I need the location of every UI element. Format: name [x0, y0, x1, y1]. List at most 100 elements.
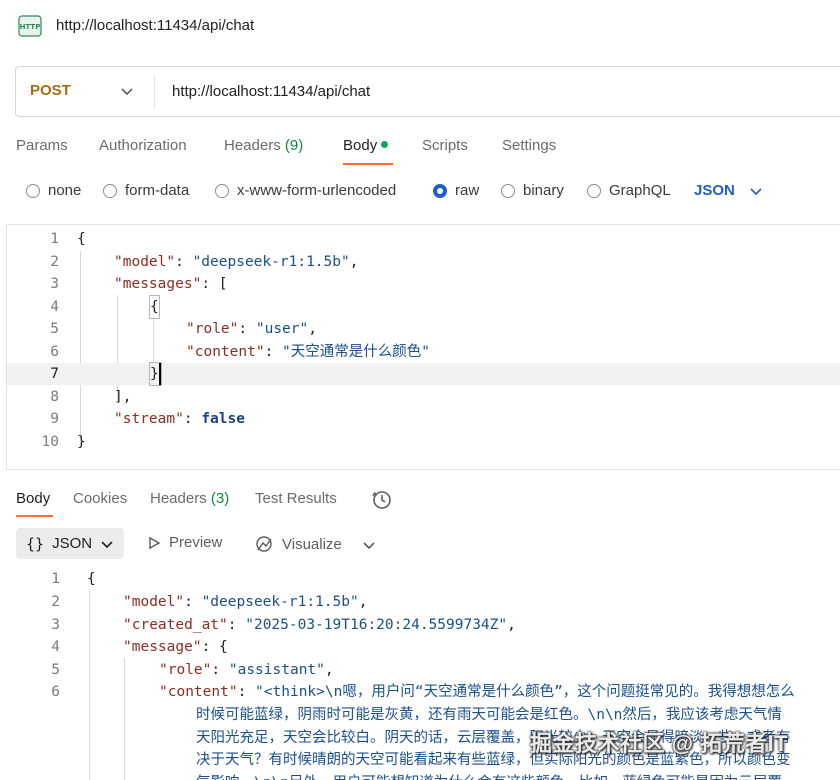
- visualize-button[interactable]: Visualize: [254, 534, 342, 554]
- json-key: "role": [186, 321, 239, 337]
- code-text: }: [149, 362, 162, 386]
- json-value: "user": [255, 321, 309, 337]
- radio-raw[interactable]: raw: [433, 182, 479, 199]
- code-text: "content": "<think>\n嗯，用户问“天空通常是什么颜色”，这个…: [159, 684, 795, 700]
- radio-label: raw: [455, 182, 480, 199]
- chevron-down-icon[interactable]: [120, 84, 134, 98]
- json-key: "created_at": [123, 617, 228, 633]
- tab-response-headers[interactable]: Headers (3): [150, 490, 229, 507]
- radio-icon: [215, 183, 229, 198]
- json-key: "messages": [114, 276, 202, 292]
- radio-label: GraphQL: [609, 182, 671, 199]
- code-text: ],: [114, 389, 132, 405]
- line-number: 8: [50, 389, 59, 405]
- tab-label: Body: [343, 137, 378, 154]
- code-line: 2 "model": "deepseek-r1:1.5b",: [0, 591, 840, 614]
- line-number: 2: [50, 254, 59, 270]
- url-input[interactable]: http://localhost:11434/api/chat: [172, 83, 370, 100]
- body-type-selector: none form-data x-www-form-urlencoded raw…: [0, 178, 840, 206]
- tab-headers[interactable]: Headers (9): [224, 137, 303, 154]
- line-number: 4: [51, 639, 60, 655]
- code-text: "stream": false: [114, 411, 245, 427]
- radio-checked-icon: [433, 183, 447, 198]
- code-line: 3 "messages": [: [7, 273, 840, 295]
- tab-label: Headers: [224, 137, 281, 154]
- json-value: "assistant": [228, 662, 325, 678]
- tab-settings[interactable]: Settings: [502, 137, 556, 154]
- json-key: "model": [123, 594, 185, 610]
- code-text: {: [149, 295, 160, 319]
- line-number: 1: [50, 231, 59, 247]
- line-number: 1: [51, 571, 60, 587]
- chevron-down-icon: [101, 540, 113, 548]
- tab-test-results[interactable]: Test Results: [255, 490, 337, 507]
- radio-label: binary: [523, 182, 564, 199]
- play-icon: [149, 536, 161, 549]
- code-text: "model": "deepseek-r1:1.5b",: [123, 594, 368, 610]
- tab-response-body[interactable]: Body: [16, 490, 50, 507]
- visualize-label: Visualize: [282, 535, 342, 553]
- chevron-down-icon[interactable]: [362, 538, 376, 552]
- divider: [154, 75, 155, 108]
- radio-form-data[interactable]: form-data: [103, 182, 189, 199]
- line-number: 3: [51, 617, 60, 633]
- tab-scripts[interactable]: Scripts: [422, 137, 468, 154]
- json-value: "<think>\n嗯，用户问“天空通常是什么颜色”，这个问题挺常见的。我得想想…: [255, 684, 795, 700]
- json-value: "deepseek-r1:1.5b": [201, 594, 359, 610]
- wrapped-content-line: 气影响。\n\n另外，用户可能想知道为什么会有这些颜色，比如，蓝绿色可能是因为云…: [196, 772, 782, 780]
- request-body-editor[interactable]: 1{ 2 "model": "deepseek-r1:1.5b", 3 "messa…: [6, 224, 840, 470]
- preview-label: Preview: [169, 534, 223, 551]
- json-value: "deepseek-r1:1.5b": [192, 254, 350, 270]
- radio-icon: [26, 183, 40, 198]
- code-line: 5 "role": "user",: [7, 318, 840, 340]
- line-number: 3: [50, 276, 59, 292]
- line-number: 10: [41, 434, 59, 450]
- json-key: "model": [114, 254, 176, 270]
- code-text: "message": {: [123, 639, 228, 655]
- line-number: 6: [51, 684, 60, 700]
- modified-indicator-icon: [381, 140, 389, 148]
- code-line: 1{: [7, 228, 840, 250]
- tab-cookies[interactable]: Cookies: [73, 490, 127, 507]
- tab-authorization[interactable]: Authorization: [99, 137, 187, 154]
- radio-urlencoded[interactable]: x-www-form-urlencoded: [215, 182, 396, 199]
- json-value: "天空通常是什么颜色": [282, 344, 431, 360]
- radio-graphql[interactable]: GraphQL: [587, 182, 671, 199]
- json-key: "content": [186, 344, 265, 360]
- code-line: 6 "content": "天空通常是什么颜色": [7, 341, 840, 363]
- body-format-select[interactable]: JSON: [694, 182, 763, 199]
- json-key: "message": [123, 639, 202, 655]
- preview-button[interactable]: Preview: [147, 534, 222, 551]
- title-bar: HTTP http://localhost:11434/api/chat: [0, 0, 840, 54]
- response-format-select[interactable]: {} JSON: [16, 528, 124, 559]
- line-number: 7: [50, 366, 59, 382]
- radio-binary[interactable]: binary: [501, 182, 564, 199]
- json-value: "2025-03-19T16:20:24.5599734Z": [245, 617, 508, 633]
- svg-text:HTTP: HTTP: [20, 23, 41, 31]
- format-label: JSON: [694, 182, 735, 199]
- line-number: 2: [51, 594, 60, 610]
- code-text: "model": "deepseek-r1:1.5b",: [114, 254, 359, 270]
- json-key: "stream": [114, 411, 184, 427]
- tab-params[interactable]: Params: [16, 137, 68, 154]
- radio-label: x-www-form-urlencoded: [237, 182, 397, 199]
- radio-none[interactable]: none: [26, 182, 81, 199]
- chevron-down-icon: [750, 187, 762, 195]
- method-select[interactable]: POST: [30, 82, 71, 99]
- line-number: 6: [50, 344, 59, 360]
- active-tab-indicator: [343, 163, 393, 165]
- line-number: 9: [50, 411, 59, 427]
- visualize-icon: [256, 536, 272, 552]
- radio-label: none: [48, 182, 82, 199]
- json-value: false: [201, 411, 245, 427]
- code-text: {: [87, 571, 96, 587]
- history-icon[interactable]: [371, 489, 393, 511]
- radio-icon: [587, 183, 601, 198]
- radio-label: form-data: [125, 182, 190, 199]
- code-text: "messages": [: [114, 276, 228, 292]
- radio-icon: [103, 183, 117, 198]
- code-line: 4 "message": {: [0, 636, 840, 659]
- tab-body[interactable]: Body: [343, 137, 389, 154]
- url-bar: POST http://localhost:11434/api/chat: [15, 66, 840, 117]
- code-text: "role": "user",: [186, 321, 317, 337]
